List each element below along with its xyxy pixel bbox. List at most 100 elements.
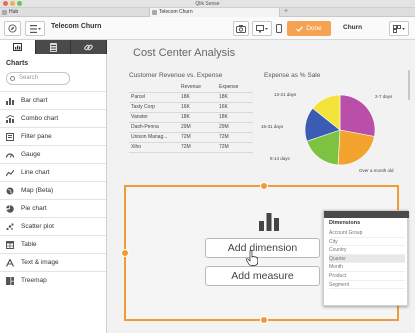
tab-label: Telecom Churn: [159, 9, 193, 15]
chart-item-label: Filter pane: [21, 133, 52, 140]
pie-chart-icon: [6, 205, 14, 213]
table-title: Customer Revenue vs. Expense: [129, 72, 223, 79]
resize-handle-bottom[interactable]: [260, 316, 268, 324]
chart-item-gauge[interactable]: Gauge: [0, 145, 106, 163]
dimension-item[interactable]: Account Group: [329, 229, 405, 238]
tab-charts[interactable]: [0, 40, 36, 54]
camera-icon: [236, 24, 246, 33]
table-cell: 18K: [179, 112, 217, 123]
tab-label: Hub: [9, 9, 19, 15]
device-preview-button[interactable]: [252, 21, 272, 36]
done-button[interactable]: Done: [287, 21, 331, 36]
table-header: Expense: [217, 82, 253, 93]
bar-chart-icon: [6, 98, 14, 105]
pie-label: 8-14 days: [270, 156, 290, 161]
add-dimension-button[interactable]: Add dimension: [205, 238, 320, 258]
window-title: Qlik Sense: [195, 1, 220, 7]
chart-item-label: Scatter plot: [21, 223, 54, 230]
tab-fields[interactable]: [36, 40, 72, 54]
chart-item-table[interactable]: Table: [0, 235, 106, 253]
filter-pane-icon: [6, 133, 14, 141]
phone-preview-button[interactable]: [275, 21, 283, 36]
search-icon: [10, 76, 15, 81]
chart-item-label: Map (Beta): [21, 187, 54, 194]
dimension-item[interactable]: Product: [329, 272, 405, 281]
table-row: Unison Manag... 72M 72M: [129, 132, 253, 143]
done-label: Done: [306, 25, 322, 32]
menu-button[interactable]: [25, 21, 45, 36]
revenue-expense-table[interactable]: Revenue Expense Parcel 18K 18K Tasty Corp 1…: [129, 82, 253, 153]
scatter-plot-icon: [6, 223, 14, 231]
chart-item-label: Treemap: [21, 277, 47, 284]
resize-handle-left[interactable]: [121, 249, 129, 257]
chart-item-line-chart[interactable]: Line chart: [0, 163, 106, 181]
snapshot-button[interactable]: [233, 21, 249, 36]
dimension-item[interactable]: Segment: [329, 281, 405, 290]
pie-slice-over-a-month: [337, 129, 375, 166]
search-placeholder: Search: [19, 75, 39, 81]
dimension-item-highlighted[interactable]: Quarter: [329, 254, 405, 264]
chart-item-treemap[interactable]: Treemap: [0, 271, 106, 289]
tab-master-items[interactable]: [71, 40, 108, 54]
chart-item-pie-chart[interactable]: Pie chart: [0, 199, 106, 217]
table-cell: 18K: [217, 112, 253, 123]
tab-strip: Hub Telecom Churn +: [0, 8, 415, 17]
table-cell: Parcel: [129, 92, 179, 103]
scrollbar[interactable]: [408, 70, 410, 100]
chart-item-map[interactable]: Map (Beta): [0, 181, 106, 199]
chart-item-text-image[interactable]: Text & image: [0, 253, 106, 271]
table-cell: 18K: [217, 92, 253, 103]
pie-label: 13-21 days: [274, 92, 297, 97]
table-row: Parcel 18K 18K: [129, 92, 253, 103]
panel-heading: Charts: [6, 60, 29, 67]
checkmark-icon: [296, 25, 304, 32]
chart-item-label: Combo chart: [21, 115, 59, 122]
app-icon: [152, 10, 157, 15]
hub-icon: [2, 10, 7, 15]
chart-item-bar-chart[interactable]: Bar chart: [0, 91, 106, 109]
dimension-item[interactable]: City: [329, 238, 405, 247]
new-chart-dropzone[interactable]: Add dimension Add measure Dimensions Acc…: [121, 182, 409, 324]
table-row: Xiho 72M 72M: [129, 142, 253, 153]
tab-telecom-churn[interactable]: Telecom Churn: [150, 8, 280, 17]
chart-item-combo-chart[interactable]: Combo chart: [0, 109, 106, 127]
sheet-navigator-button[interactable]: [389, 21, 409, 36]
pie-label: 15-31 days: [261, 124, 284, 129]
chart-item-filter-pane[interactable]: Filter pane: [0, 127, 106, 145]
table-cell: 29M: [217, 122, 253, 133]
toolbar: Telecom Churn Done Churn: [0, 17, 415, 40]
table-row: Tasty Corp 16K 16K: [129, 102, 253, 113]
resize-handle-top[interactable]: [260, 182, 268, 190]
table-row: Dash-Penna 29M 29M: [129, 122, 253, 133]
bar-chart-icon: [259, 213, 279, 231]
add-measure-button[interactable]: Add measure: [205, 266, 320, 286]
table-cell: 72M: [179, 142, 217, 153]
chart-item-label: Pie chart: [21, 205, 47, 212]
chart-item-label: Table: [21, 241, 37, 248]
tab-hub[interactable]: Hub: [0, 8, 150, 17]
chart-item-label: Text & image: [21, 259, 59, 266]
map-icon: [6, 187, 14, 195]
new-tab-icon[interactable]: +: [284, 8, 288, 16]
table-icon: [6, 241, 14, 249]
chart-item-scatter-plot[interactable]: Scatter plot: [0, 217, 106, 235]
chart-type-list: Bar chart Combo chart Filter pane Gauge …: [0, 91, 106, 289]
dimension-item[interactable]: Country: [329, 246, 405, 255]
pie-chart-title: Expense as % Sale: [264, 72, 321, 79]
pie-slice-2-7-days: [339, 94, 376, 137]
line-chart-icon: [6, 169, 14, 177]
chart-item-label: Bar chart: [21, 97, 48, 104]
pie-chart[interactable]: [300, 90, 380, 170]
treemap-icon: [6, 277, 14, 285]
navigation-button[interactable]: [4, 21, 21, 36]
table-row: Vanster 18K 18K: [129, 112, 253, 123]
window-titlebar: Qlik Sense: [0, 0, 415, 8]
gauge-icon: [6, 153, 14, 158]
text-image-icon: [6, 259, 14, 267]
app-name: Telecom Churn: [51, 23, 102, 30]
search-input[interactable]: Search: [6, 72, 70, 85]
hand-cursor-icon: [246, 250, 258, 266]
table-cell: 29M: [179, 122, 217, 133]
dimension-item[interactable]: Month: [329, 263, 405, 272]
table-header-row: Revenue Expense: [129, 82, 253, 93]
